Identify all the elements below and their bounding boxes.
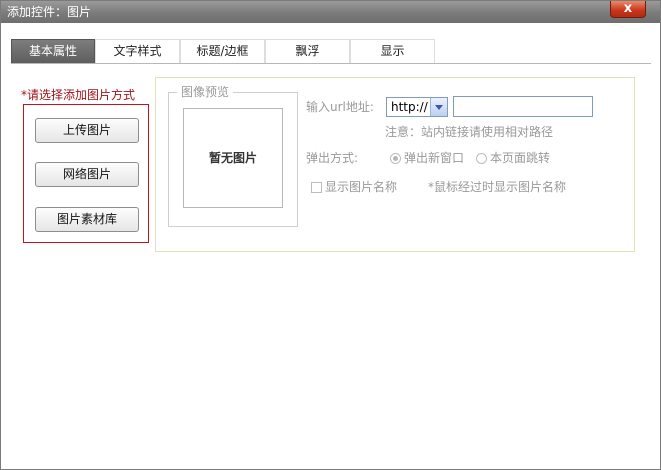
tab-bar: 基本属性 文字样式 标题/边框 飘浮 显示: [11, 39, 651, 64]
radio-new-window[interactable]: [390, 153, 401, 164]
tab-display[interactable]: 显示: [350, 39, 435, 63]
chevron-down-icon[interactable]: [430, 98, 447, 116]
web-image-button[interactable]: 网络图片: [35, 162, 139, 187]
protocol-value: http://: [391, 100, 428, 114]
url-note: 注意：站内链接请使用相对路径: [385, 125, 554, 139]
title-bar[interactable]: 添加控件：图片 x: [1, 1, 660, 23]
add-method-box: 上传图片 网络图片 图片素材库: [23, 104, 149, 243]
tab-title-border[interactable]: 标题/边框: [180, 39, 265, 63]
add-method-label: *请选择添加图片方式: [21, 88, 136, 102]
radio-new-window-label[interactable]: 弹出新窗口: [404, 150, 464, 166]
show-name-checkbox[interactable]: [311, 182, 322, 193]
no-image-text: 暂无图片: [208, 151, 257, 165]
protocol-select[interactable]: http://: [386, 97, 448, 117]
url-input[interactable]: [453, 96, 593, 117]
radio-same-page[interactable]: [476, 153, 487, 164]
image-preview-legend: 图像预览: [177, 84, 234, 100]
dialog-window: 添加控件：图片 x 基本属性 文字样式 标题/边框 飘浮 显示 *请选择添加图片…: [0, 0, 661, 470]
show-name-label[interactable]: 显示图片名称: [325, 179, 397, 195]
radio-same-page-label[interactable]: 本页面跳转: [490, 150, 550, 166]
window-title: 添加控件：图片: [7, 5, 92, 19]
popup-method-label: 弹出方式:: [306, 151, 359, 165]
upload-image-button[interactable]: 上传图片: [35, 118, 139, 143]
close-icon[interactable]: x: [611, 0, 645, 17]
show-name-hint: *鼠标经过时显示图片名称: [428, 180, 567, 194]
close-button[interactable]: x: [610, 1, 646, 18]
tab-float[interactable]: 飘浮: [265, 39, 350, 63]
image-preview-box: 暂无图片: [183, 108, 283, 208]
url-label: 输入url地址:: [306, 100, 374, 114]
tab-text-style[interactable]: 文字样式: [95, 39, 180, 63]
image-settings-panel: 图像预览 暂无图片 输入url地址: http:// 注意：站内链接请使用相对路…: [155, 77, 635, 252]
image-library-button[interactable]: 图片素材库: [35, 207, 139, 232]
image-preview-group: 图像预览 暂无图片: [168, 84, 298, 227]
tab-basic-properties[interactable]: 基本属性: [11, 39, 95, 63]
